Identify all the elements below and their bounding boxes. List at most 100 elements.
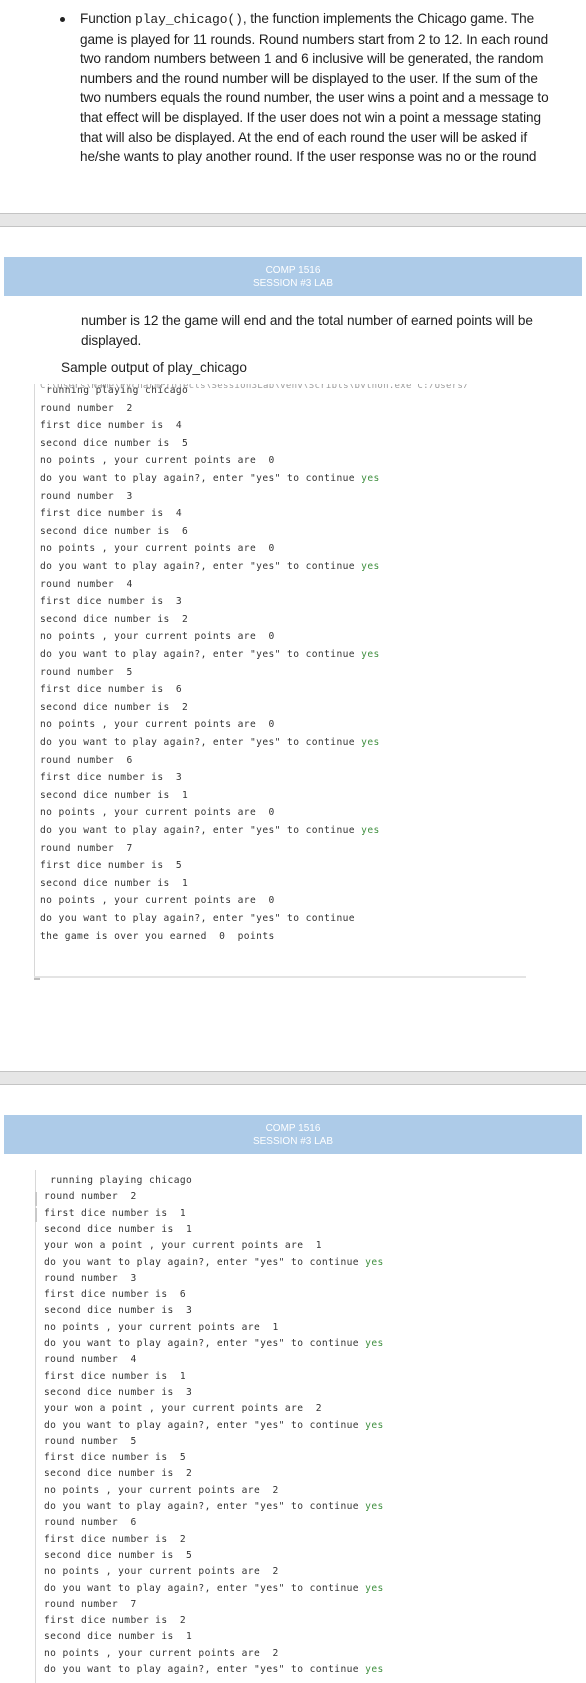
console-line-text: no points , your current points are 0 xyxy=(40,719,275,731)
console-line: round number 4 xyxy=(44,1354,137,1365)
console-line: second dice number is 1 xyxy=(44,1631,192,1642)
console-line: first dice number is 4 xyxy=(40,420,182,431)
console-line-text: do you want to play again?, enter "yes" … xyxy=(44,1338,366,1349)
console-line-text: round number 5 xyxy=(40,666,133,678)
function-name-code: play_chicago() xyxy=(135,12,243,27)
console-line-text: second dice number is 2 xyxy=(40,701,189,713)
console-line: second dice number is 3 xyxy=(44,1387,192,1398)
bullet-paragraph: Function play_chicago(), the function im… xyxy=(80,9,580,167)
console-line: second dice number is 5 xyxy=(40,438,188,449)
console-line-text: second dice number is 5 xyxy=(44,1549,193,1561)
console-line-text: round number 4 xyxy=(44,1354,137,1366)
console-line-text: no points , your current points are 2 xyxy=(44,1647,279,1659)
console-line: round number 7 xyxy=(40,843,133,854)
console-line: no points , your current points are 0 xyxy=(40,543,275,554)
header-session: SESSION #3 LAB xyxy=(252,278,334,289)
console-line-text: running playing chicago xyxy=(44,1175,193,1186)
user-input-text: yes xyxy=(361,649,380,660)
paragraph-line: game is played for 11 rounds. Round numb… xyxy=(80,31,549,47)
console-line-text: second dice number is 3 xyxy=(44,1386,193,1398)
header-course: COMP 1516 xyxy=(265,265,321,276)
console-line: first dice number is 5 xyxy=(44,1452,186,1463)
console-line: do you want to play again?, enter "yes" … xyxy=(40,649,380,660)
console-line: round number 4 xyxy=(40,579,133,590)
console-line: second dice number is 1 xyxy=(44,1224,192,1235)
console-line: round number 5 xyxy=(40,667,133,678)
console-line: first dice number is 6 xyxy=(44,1289,186,1300)
console-line-text: first dice number is 4 xyxy=(40,508,183,520)
scroll-corner-mark xyxy=(34,978,40,980)
console-line-text: first dice number is 1 xyxy=(44,1207,187,1219)
console-line: do you want to play again?, enter "yes" … xyxy=(44,1583,384,1594)
console-line-text: do you want to play again?, enter "yes" … xyxy=(44,1419,366,1431)
console-output-2: running playing chicago round number 2 fir… xyxy=(35,1170,535,1683)
paragraph-line: numbers and the round number will be dis… xyxy=(80,70,538,86)
console-line-text: do you want to play again?, enter "yes" … xyxy=(40,649,362,660)
user-input-text: yes xyxy=(365,1419,384,1431)
console-line: first dice number is 5 xyxy=(40,860,182,871)
console-line: do you want to play again?, enter "yes" … xyxy=(44,1501,384,1512)
console-line-text: round number 4 xyxy=(40,578,133,590)
console-line-text: do you want to play again?, enter "yes" … xyxy=(40,913,362,924)
console-line: first dice number is 3 xyxy=(40,772,182,783)
console-line-text: your won a point , your current points a… xyxy=(44,1403,322,1415)
console-line-text: second dice number is 1 xyxy=(44,1223,193,1235)
console-line-text: second dice number is 2 xyxy=(40,613,189,625)
console-line: first dice number is 1 xyxy=(44,1208,186,1219)
console-line: no points , your current points are 1 xyxy=(44,1322,279,1333)
console-line-text: no points , your current points are 2 xyxy=(44,1484,279,1496)
console-line: your won a point , your current points a… xyxy=(44,1403,322,1414)
console-line: running playing chicago xyxy=(40,385,188,396)
console-line-text: first dice number is 6 xyxy=(44,1289,187,1301)
console-line-text: first dice number is 3 xyxy=(40,772,183,784)
console-line: first dice number is 1 xyxy=(44,1371,186,1382)
paragraph-line: Function play_chicago(), the function im… xyxy=(80,11,535,27)
user-input-text: yes xyxy=(365,1664,384,1675)
console-line: do you want to play again?, enter "yes" … xyxy=(44,1420,384,1431)
console-line-text: first dice number is 2 xyxy=(44,1615,187,1627)
console-line-text: second dice number is 1 xyxy=(40,789,189,801)
page-header: COMP 1516 SESSION #3 LAB xyxy=(4,257,582,296)
console-line-text: first dice number is 5 xyxy=(44,1452,187,1464)
paragraph-line: he/she wants to play another round. If t… xyxy=(80,149,537,165)
console-line-text: first dice number is 6 xyxy=(40,684,183,696)
console-line: do you want to play again?, enter "yes" … xyxy=(40,473,380,484)
user-input-text: yes xyxy=(365,1338,384,1349)
console-left-border xyxy=(35,1170,36,1683)
console-line: first dice number is 3 xyxy=(40,596,182,607)
console-line: the game is over you earned 0 points xyxy=(40,931,275,942)
continued-paragraph: number is 12 the game will end and the t… xyxy=(81,311,581,350)
console-line-text: the game is over you earned 0 points xyxy=(40,930,275,942)
console-line: round number 3 xyxy=(40,491,133,502)
console-line: second dice number is 6 xyxy=(40,526,188,537)
header-course: COMP 1516 xyxy=(265,1123,321,1134)
console-line-text: running playing chicago xyxy=(40,385,189,396)
console-line: round number 2 xyxy=(44,1191,137,1202)
console-line: second dice number is 2 xyxy=(40,614,188,625)
console-line-text: no points , your current points are 2 xyxy=(44,1566,279,1578)
console-line: no points , your current points are 0 xyxy=(40,807,275,818)
console-line: do you want to play again?, enter "yes" … xyxy=(44,1338,384,1349)
console-line: do you want to play again?, enter "yes" … xyxy=(40,561,380,572)
console-line: second dice number is 3 xyxy=(44,1305,192,1316)
console-line: no points , your current points are 2 xyxy=(44,1566,279,1577)
console-line: first dice number is 6 xyxy=(40,684,182,695)
console-line-text: round number 6 xyxy=(44,1517,137,1529)
console-bottom-border xyxy=(34,976,526,978)
console-line: second dice number is 5 xyxy=(44,1550,192,1561)
console-line-text: do you want to play again?, enter "yes" … xyxy=(40,737,362,748)
console-line: first dice number is 2 xyxy=(44,1615,186,1626)
sample-output-label: Sample output of play_chicago xyxy=(61,360,247,375)
user-input-text: yes xyxy=(365,1501,384,1512)
console-line: do you want to play again?, enter "yes" … xyxy=(44,1664,384,1675)
console-line-text: second dice number is 1 xyxy=(40,877,189,889)
console-line-text: do you want to play again?, enter "yes" … xyxy=(40,561,362,572)
console-line: second dice number is 1 xyxy=(40,790,188,801)
console-line-text: round number 3 xyxy=(40,490,133,502)
page-header: COMP 1516 SESSION #3 LAB xyxy=(4,1115,582,1154)
console-line-text: first dice number is 1 xyxy=(44,1370,187,1382)
user-input-text: yes xyxy=(365,1256,384,1268)
console-line-text: first dice number is 5 xyxy=(40,860,183,872)
console-line: round number 2 xyxy=(40,403,133,414)
console-line-text: second dice number is 3 xyxy=(44,1305,193,1317)
